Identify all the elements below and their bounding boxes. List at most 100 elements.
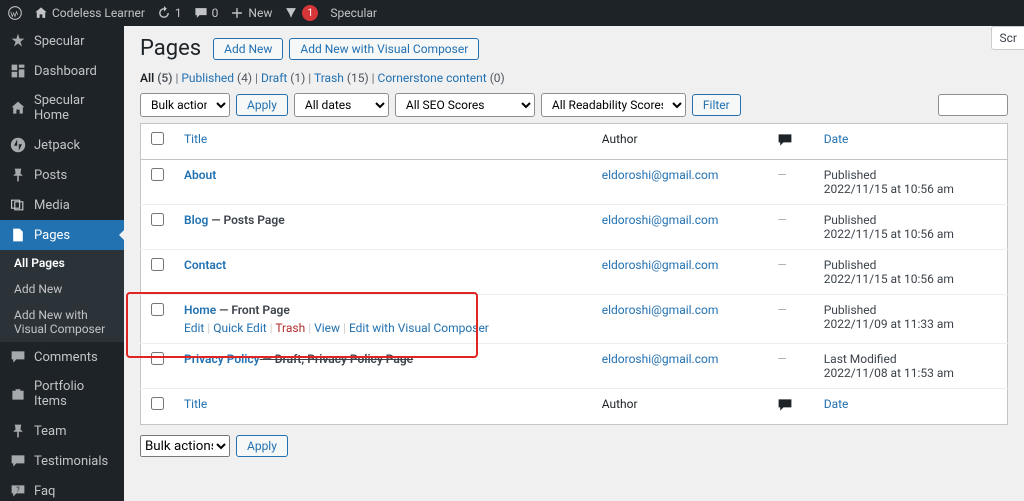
- filter-all[interactable]: All (5): [140, 71, 172, 85]
- screen-options-button[interactable]: Scr: [991, 26, 1024, 50]
- sidebar-item-label: Jetpack: [34, 138, 80, 153]
- sidebar-item-label: Portfolio Items: [34, 379, 114, 409]
- page-title-link[interactable]: About: [184, 168, 216, 182]
- sidebar-item-posts[interactable]: Posts: [0, 160, 124, 190]
- specular-link[interactable]: Specular: [330, 6, 377, 20]
- filter-cornerstone[interactable]: Cornerstone content (0): [378, 71, 505, 85]
- sidebar-item-team[interactable]: Team: [0, 416, 124, 446]
- sidebar-item-specular-home[interactable]: Specular Home: [0, 86, 124, 130]
- comment-icon: [777, 402, 793, 416]
- site-name-link[interactable]: Codeless Learner: [34, 6, 145, 20]
- author-link[interactable]: eldoroshi@gmail.com: [602, 352, 719, 366]
- select-all-checkbox-bottom[interactable]: [151, 397, 164, 410]
- comments-count: —: [777, 213, 786, 227]
- page-title-link[interactable]: Blog: [184, 213, 208, 227]
- wp-logo[interactable]: [8, 6, 22, 20]
- apply-button[interactable]: Apply: [236, 94, 288, 116]
- table-row: Home — Front PageEdit | Quick Edit | Tra…: [141, 295, 1008, 344]
- comment-icon: [10, 349, 26, 365]
- col-title[interactable]: Title: [174, 124, 592, 160]
- page-icon: [10, 227, 26, 243]
- sidebar-item-label: Comments: [34, 350, 98, 365]
- comments-count: —: [777, 303, 786, 317]
- star-icon: [10, 33, 26, 49]
- sidebar-item-media[interactable]: Media: [0, 190, 124, 220]
- author-link[interactable]: eldoroshi@gmail.com: [602, 213, 719, 227]
- readability-select[interactable]: All Readability Scores: [541, 93, 686, 117]
- seo-select[interactable]: All SEO Scores: [395, 93, 535, 117]
- date-value: 2022/11/15 at 10:56 am: [824, 272, 954, 286]
- new-link[interactable]: New: [230, 6, 272, 20]
- date-status: Last Modified: [824, 352, 897, 366]
- jetpack-icon: [10, 137, 26, 153]
- sidebar-item-testimonials[interactable]: Testimonials: [0, 446, 124, 476]
- sidebar-item-faq[interactable]: ?Faq: [0, 476, 124, 501]
- row-actions: Edit | Quick Edit | Trash | View | Edit …: [184, 321, 582, 335]
- page-title-link[interactable]: Contact: [184, 258, 226, 272]
- col-author-foot: Author: [592, 389, 768, 425]
- sidebar-item-portfolio-items[interactable]: Portfolio Items: [0, 372, 124, 416]
- edit-link[interactable]: Edit: [184, 321, 204, 335]
- view-link[interactable]: View: [314, 321, 340, 335]
- page-title-link[interactable]: Privacy Policy: [184, 352, 260, 366]
- home-icon: [34, 6, 48, 20]
- pages-table: Title Author Date About eldoroshi@gmail.c…: [140, 123, 1008, 425]
- edit-vc-link[interactable]: Edit with Visual Composer: [349, 321, 489, 335]
- page-title: Pages: [140, 36, 201, 61]
- date-value: 2022/11/09 at 11:33 am: [824, 317, 954, 331]
- apply-button-bottom[interactable]: Apply: [236, 435, 288, 457]
- sidebar-item-pages[interactable]: Pages: [0, 220, 124, 250]
- row-checkbox[interactable]: [151, 258, 164, 271]
- sidebar-item-jetpack[interactable]: Jetpack: [0, 130, 124, 160]
- quick-edit-link[interactable]: Quick Edit: [213, 321, 266, 335]
- yoast-link[interactable]: 1: [284, 5, 318, 21]
- select-all-checkbox[interactable]: [151, 132, 164, 145]
- row-checkbox[interactable]: [151, 303, 164, 316]
- dates-select[interactable]: All dates: [294, 93, 389, 117]
- col-comments-foot[interactable]: [767, 389, 813, 425]
- sidebar-item-label: Dashboard: [34, 64, 97, 79]
- submenu-item[interactable]: Add New: [0, 276, 124, 302]
- add-new-vc-button[interactable]: Add New with Visual Composer: [289, 38, 479, 60]
- comments-link[interactable]: 0: [194, 6, 219, 20]
- filter-button[interactable]: Filter: [692, 94, 741, 116]
- filter-published[interactable]: Published (4): [181, 71, 252, 85]
- page-title-link[interactable]: Home: [184, 303, 216, 317]
- refresh-icon: [157, 6, 171, 20]
- comments-count: —: [777, 258, 786, 272]
- sidebar-item-specular[interactable]: Specular: [0, 26, 124, 56]
- comment-icon: [777, 137, 793, 151]
- pin-icon: [10, 167, 26, 183]
- row-checkbox[interactable]: [151, 352, 164, 365]
- bulk-actions-select-bottom[interactable]: Bulk actions: [140, 435, 230, 457]
- author-link[interactable]: eldoroshi@gmail.com: [602, 258, 719, 272]
- submenu-item[interactable]: All Pages: [0, 250, 124, 276]
- col-date-foot[interactable]: Date: [814, 389, 1008, 425]
- row-checkbox[interactable]: [151, 168, 164, 181]
- home-icon: [10, 100, 26, 116]
- table-row: Blog — Posts Pageeldoroshi@gmail.com—Pub…: [141, 205, 1008, 250]
- post-state: — Draft, Privacy Policy Page: [260, 352, 414, 366]
- col-comments[interactable]: [767, 124, 813, 160]
- col-date[interactable]: Date: [814, 124, 1008, 160]
- col-author: Author: [592, 124, 768, 160]
- date-value: 2022/11/08 at 11:53 am: [824, 366, 954, 380]
- sidebar-item-dashboard[interactable]: Dashboard: [0, 56, 124, 86]
- sidebar-item-comments[interactable]: Comments: [0, 342, 124, 372]
- author-link[interactable]: eldoroshi@gmail.com: [602, 303, 719, 317]
- add-new-button[interactable]: Add New: [213, 38, 283, 60]
- row-checkbox[interactable]: [151, 213, 164, 226]
- dashboard-icon: [10, 63, 26, 79]
- bulk-actions-select[interactable]: Bulk actions: [140, 93, 230, 117]
- submenu-item[interactable]: Add New with Visual Composer: [0, 302, 124, 342]
- filter-trash[interactable]: Trash (15): [314, 71, 369, 85]
- main-content: Pages Add New Add New with Visual Compos…: [124, 26, 1024, 501]
- author-link[interactable]: eldoroshi@gmail.com: [602, 168, 719, 182]
- pin-icon: [10, 423, 26, 439]
- search-input[interactable]: [938, 94, 1008, 116]
- updates-link[interactable]: 1: [157, 6, 182, 20]
- filter-draft[interactable]: Draft (1): [261, 71, 305, 85]
- col-title-foot[interactable]: Title: [174, 389, 592, 425]
- date-value: 2022/11/15 at 10:56 am: [824, 227, 954, 241]
- trash-link[interactable]: Trash: [275, 321, 305, 335]
